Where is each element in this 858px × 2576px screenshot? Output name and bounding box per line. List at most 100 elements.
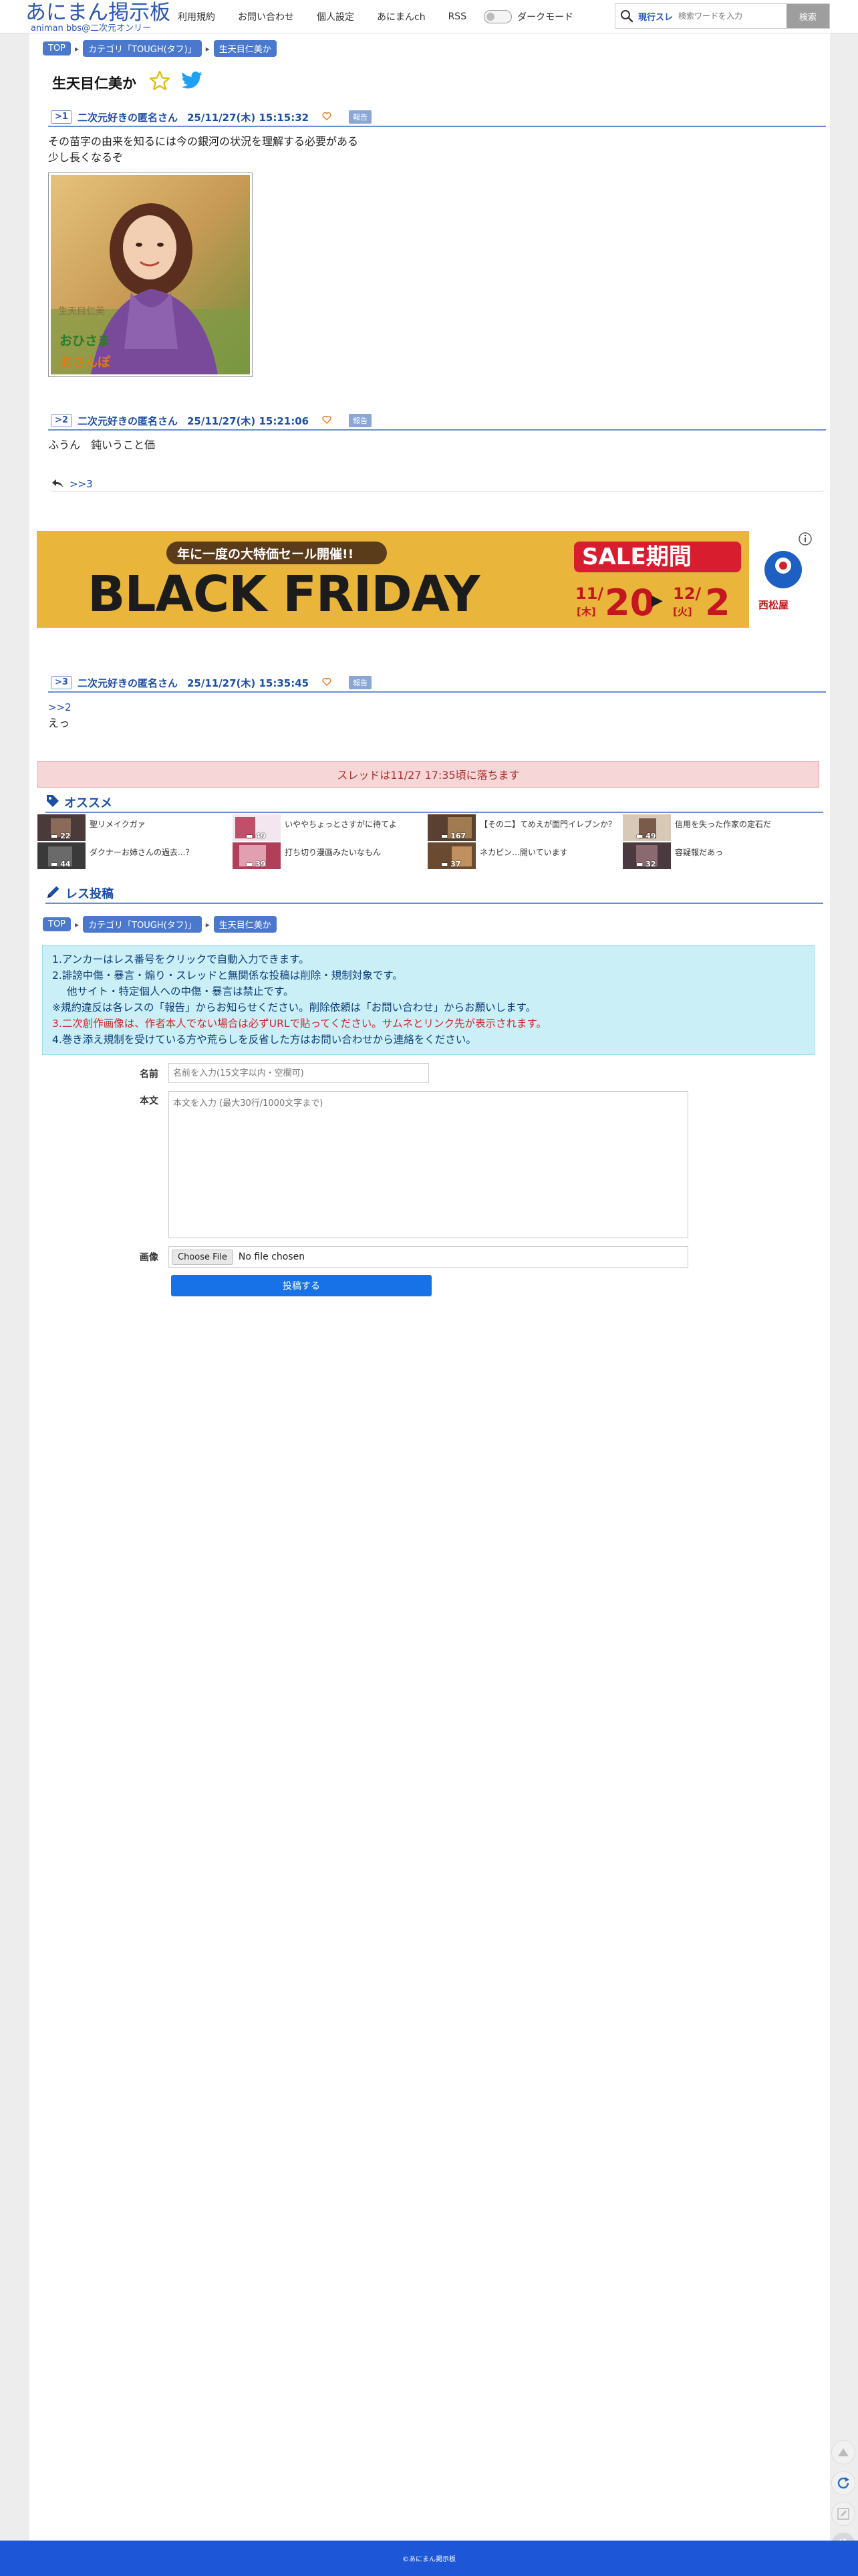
recommend-item[interactable]: ▬ 49 信用を失った作家の定石だ xyxy=(623,814,818,841)
breadcrumb-category[interactable]: カテゴリ「TOUGH(タフ)」 xyxy=(83,40,202,57)
post-number[interactable]: >2 xyxy=(51,414,72,427)
recommend-item[interactable]: ▬ 44 ダクナーお姉さんの過去...？ xyxy=(37,842,233,869)
main-content: TOP ▸ カテゴリ「TOUGH(タフ)」 ▸ 生天目仁美か 生天目仁美か >1… xyxy=(29,33,830,2541)
rule-line: 2.誹謗中傷・暴言・煽り・スレッドと無関係な投稿は削除・規制対象です。 xyxy=(52,969,403,981)
report-button[interactable]: 報告 xyxy=(349,414,372,427)
post-body: ふうん 鈍いうこと価 xyxy=(48,437,155,453)
name-field[interactable] xyxy=(168,1063,429,1083)
heart-icon[interactable] xyxy=(322,415,331,427)
post-header: >1 二次元好きの匿名さん 25/11/27(木) 15:15:32 報告 xyxy=(48,108,826,127)
thread-expire-notice: スレッドは11/27 17:35頃に落ちます xyxy=(37,761,819,788)
post-number[interactable]: >1 xyxy=(51,110,72,124)
reply-form-title: レス投稿 xyxy=(45,884,823,904)
search-mode-select[interactable]: 現行スレ xyxy=(638,10,673,23)
banner-dates: 11/ [木] 20 ▶ 12/ [火] 2 xyxy=(575,582,748,624)
banner-end-month: 12/ xyxy=(673,584,702,603)
breadcrumb-category[interactable]: カテゴリ「TOUGH(タフ)」 xyxy=(83,916,202,933)
recommend-title-text: オススメ xyxy=(64,796,112,810)
post-line: 少し長くなるぞ xyxy=(48,151,124,164)
recommend-item[interactable]: ▬ 39 打ち切り漫画みたいなもん xyxy=(233,842,428,869)
logo-subtitle: animan bbs@二次元オンリー xyxy=(31,23,152,33)
post-body: >>2 えっ xyxy=(48,699,72,731)
search-input[interactable] xyxy=(678,11,779,21)
heart-icon[interactable] xyxy=(322,677,331,689)
reply-link[interactable]: >>3 xyxy=(69,478,93,490)
image-label: 画像 xyxy=(140,1252,158,1263)
report-button[interactable]: 報告 xyxy=(349,676,372,689)
rule-line: 他サイト・特定個人への中傷・暴言は禁止です。 xyxy=(67,985,294,998)
recommend-item[interactable]: ▬ 167 【その二】てめえが面門イレブンか？ xyxy=(428,814,623,841)
recommend-item-title: いややちょっとさすがに待てよ xyxy=(285,820,398,829)
recommend-item-title: 【その二】てめえが面門イレブンか？ xyxy=(480,820,617,829)
submit-button[interactable]: 投稿する xyxy=(171,1275,432,1296)
recommend-item[interactable]: ▬ 32 容疑報だあっ xyxy=(623,842,818,869)
banner-headline: BLACK FRIDAY xyxy=(88,566,480,623)
scroll-top-button[interactable] xyxy=(831,2440,855,2464)
dark-mode-toggle[interactable] xyxy=(484,10,513,23)
breadcrumb-top[interactable]: TOP xyxy=(43,917,72,931)
report-button[interactable]: 報告 xyxy=(349,110,372,124)
nav-animanch[interactable]: あにまんch xyxy=(377,10,426,23)
breadcrumb-top[interactable]: TOP xyxy=(43,41,72,55)
banner-tagline: 年に一度の大特価セール開催!! xyxy=(177,547,354,562)
refresh-icon xyxy=(837,2477,849,2489)
toggle-knob xyxy=(486,13,495,21)
search-box: 現行スレ 検索 xyxy=(615,3,830,29)
search-icon[interactable] xyxy=(615,4,638,28)
body-field[interactable] xyxy=(168,1091,688,1238)
edit-button[interactable] xyxy=(831,2502,855,2526)
breadcrumb-thread[interactable]: 生天目仁美か xyxy=(213,40,277,57)
comment-count: ▬ 44 xyxy=(51,860,71,868)
banner-start-month: 11/ xyxy=(575,584,604,603)
recommend-item-title: 容疑報だあっ xyxy=(675,848,724,857)
post-date: 25/11/27(木) 15:15:32 xyxy=(186,111,309,124)
recommend-item[interactable]: ▬ 37 ネカピン…開いています xyxy=(428,842,623,869)
recommend-list: ▬ 22 聖リメイクガァ ▬ 49 いややちょっとさすがに待てよ ▬ 167 【… xyxy=(37,814,819,870)
rule-line: 1.アンカーはレス番号をクリックで自動入力できます。 xyxy=(52,953,309,965)
copyright: ©あにまん掲示板 xyxy=(402,2556,456,2563)
refresh-button[interactable] xyxy=(831,2471,855,2495)
anchor-link[interactable]: >>2 xyxy=(48,699,72,715)
nav-rss[interactable]: RSS xyxy=(448,11,467,22)
recommend-item-title: 信用を失った作家の定石だ xyxy=(675,820,772,829)
comment-count: ▬ 32 xyxy=(636,860,656,868)
recommend-item-title: 聖リメイクガァ xyxy=(90,820,146,829)
banner-start-weekday: [木] xyxy=(577,606,596,618)
breadcrumb-separator: ▸ xyxy=(205,43,210,53)
choose-file-button[interactable]: Choose File xyxy=(172,1249,233,1265)
post-image[interactable]: 生天目仁美 おひさま おさんぽ xyxy=(48,172,253,377)
recommend-item-title: 打ち切り漫画みたいなもん xyxy=(285,848,382,857)
site-footer: ©あにまん掲示板 xyxy=(0,2541,858,2576)
post-author: 二次元好きの匿名さん xyxy=(77,111,178,124)
nav-terms[interactable]: 利用規約 xyxy=(178,10,215,23)
pencil-icon xyxy=(45,884,65,903)
post-number[interactable]: >3 xyxy=(51,676,72,689)
post-date: 25/11/27(木) 15:21:06 xyxy=(186,415,309,427)
nav-settings[interactable]: 個人設定 xyxy=(317,10,354,23)
recommend-item[interactable]: ▬ 22 聖リメイクガァ xyxy=(37,814,233,841)
search-button[interactable]: 検索 xyxy=(786,4,829,28)
rule-line: 3.二次創作画像は、作者本人でない場合は必ずURLで貼ってください。サムネとリン… xyxy=(52,1018,547,1030)
post-body: その苗字の由来を知るには今の銀河の状況を理解する必要がある 少し長くなるぞ xyxy=(48,134,358,166)
body-label: 本文 xyxy=(140,1096,158,1106)
post-line: えっ xyxy=(48,717,70,729)
breadcrumb-thread[interactable]: 生天目仁美か xyxy=(213,916,277,933)
nav-contact[interactable]: お問い合わせ xyxy=(238,10,294,23)
banner-end-day: 2 xyxy=(705,582,730,624)
banner-start-day: 20 xyxy=(605,582,656,624)
arrow-up-icon xyxy=(838,2448,849,2456)
image-caption: 生天目仁美 xyxy=(58,306,105,317)
ad-banner[interactable]: 年に一度の大特価セール開催!! BLACK FRIDAY SALE期間 11/ … xyxy=(37,531,817,628)
breadcrumb: TOP ▸ カテゴリ「TOUGH(タフ)」 ▸ 生天目仁美か xyxy=(43,916,277,933)
heart-icon[interactable] xyxy=(322,111,331,123)
image-caption: おさんぽ xyxy=(59,355,111,370)
twitter-icon[interactable] xyxy=(180,71,203,94)
star-icon[interactable] xyxy=(148,70,171,95)
page-title: 生天目仁美か xyxy=(52,75,136,92)
main-nav: 利用規約 お問い合わせ 個人設定 あにまんch RSS ダークモード xyxy=(178,0,573,33)
dark-mode-label: ダークモード xyxy=(517,12,574,23)
recommend-item[interactable]: ▬ 49 いややちょっとさすがに待てよ xyxy=(233,814,428,841)
comment-count: ▬ 39 xyxy=(246,860,266,868)
site-logo[interactable]: あにまん掲示板 animan bbs@二次元オンリー xyxy=(25,1,170,33)
comment-count: ▬ 49 xyxy=(246,832,266,840)
